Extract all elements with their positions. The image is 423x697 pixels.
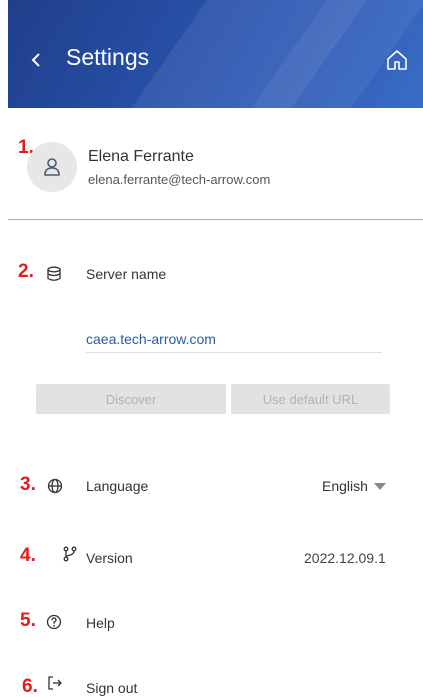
caret-down-icon xyxy=(373,482,386,490)
page-title: Settings xyxy=(66,44,150,70)
marker-4: 4. xyxy=(20,545,36,566)
chevron-left-icon xyxy=(31,53,40,67)
help-circle-icon xyxy=(46,614,62,630)
home-button[interactable] xyxy=(385,48,409,72)
help-link[interactable]: Help xyxy=(86,615,115,631)
sign-out-button[interactable]: Sign out xyxy=(86,680,137,696)
branch-icon xyxy=(63,546,77,562)
home-icon xyxy=(387,50,407,70)
server-name-input[interactable] xyxy=(86,319,382,353)
database-icon xyxy=(47,266,61,281)
user-name: Elena Ferrante xyxy=(88,148,194,165)
user-email: elena.ferrante@tech-arrow.com xyxy=(88,172,271,187)
sign-out-icon xyxy=(48,676,62,690)
header-bar: Settings xyxy=(8,0,423,108)
use-default-url-button[interactable]: Use default URL xyxy=(231,384,390,414)
back-button[interactable] xyxy=(30,48,50,72)
language-selected: English xyxy=(322,478,368,494)
avatar[interactable] xyxy=(27,142,77,192)
version-value: 2022.12.09.1 xyxy=(304,550,386,566)
marker-3: 3. xyxy=(20,474,36,495)
server-name-label: Server name xyxy=(86,266,167,282)
marker-5: 5. xyxy=(20,610,36,631)
version-label: Version xyxy=(86,550,133,566)
language-dropdown[interactable]: English xyxy=(322,476,386,496)
globe-icon xyxy=(47,478,63,494)
person-icon xyxy=(44,158,60,176)
marker-6: 6. xyxy=(22,676,38,697)
marker-2: 2. xyxy=(18,261,34,282)
discover-button[interactable]: Discover xyxy=(36,384,226,414)
language-label: Language xyxy=(86,478,149,494)
divider xyxy=(8,219,423,220)
